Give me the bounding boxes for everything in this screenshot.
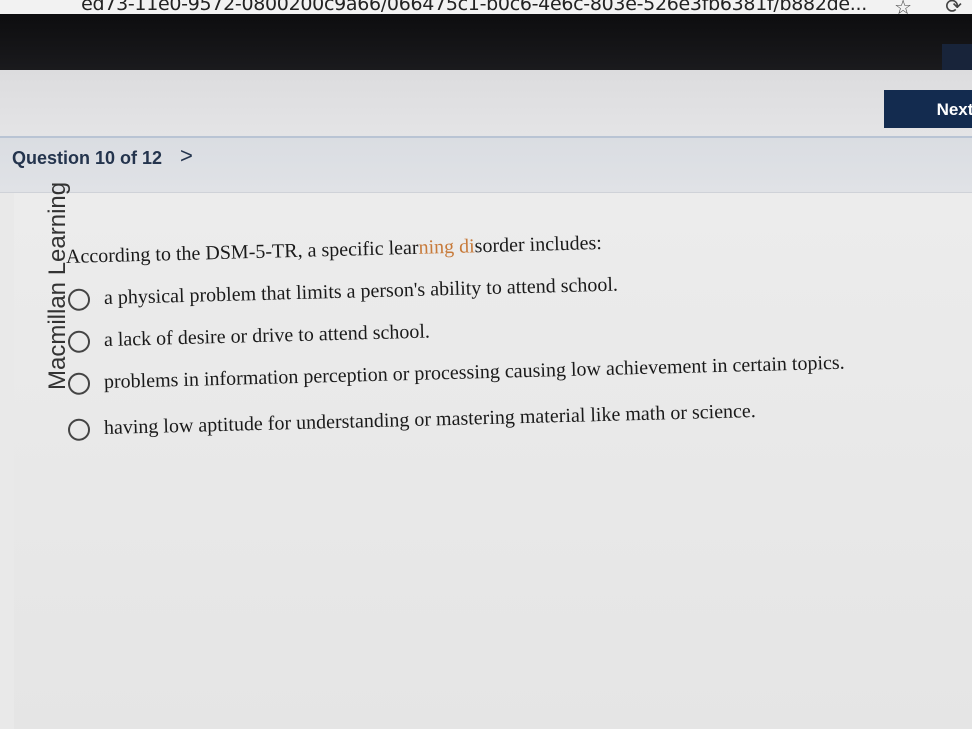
assignment-header: [0, 70, 972, 138]
extension-icon[interactable]: ⟳: [945, 0, 962, 14]
radio-button[interactable]: [67, 417, 91, 441]
address-bar[interactable]: ed73-11e0-9572-0800200c9a66/066475c1-b0c…: [0, 0, 972, 14]
chevron-right-icon[interactable]: >: [180, 143, 193, 169]
question-content: [14, 193, 972, 729]
radio-button[interactable]: [67, 371, 91, 395]
star-icon[interactable]: ☆: [894, 0, 912, 14]
question-counter: Question 10 of 12: [12, 148, 163, 168]
url-text[interactable]: ed73-11e0-9572-0800200c9a66/066475c1-b0c…: [81, 0, 867, 14]
prompt-text-2: sorder includes:: [474, 231, 603, 258]
next-button[interactable]: Next: [884, 90, 972, 128]
toolbar-edge: [942, 44, 972, 70]
radio-button[interactable]: [67, 329, 91, 353]
brand-vertical-text: Macmillan Learning: [44, 181, 71, 390]
radio-button[interactable]: [67, 287, 91, 311]
prompt-text-highlight: ning di: [418, 235, 475, 259]
browser-toolbar: [0, 14, 972, 70]
